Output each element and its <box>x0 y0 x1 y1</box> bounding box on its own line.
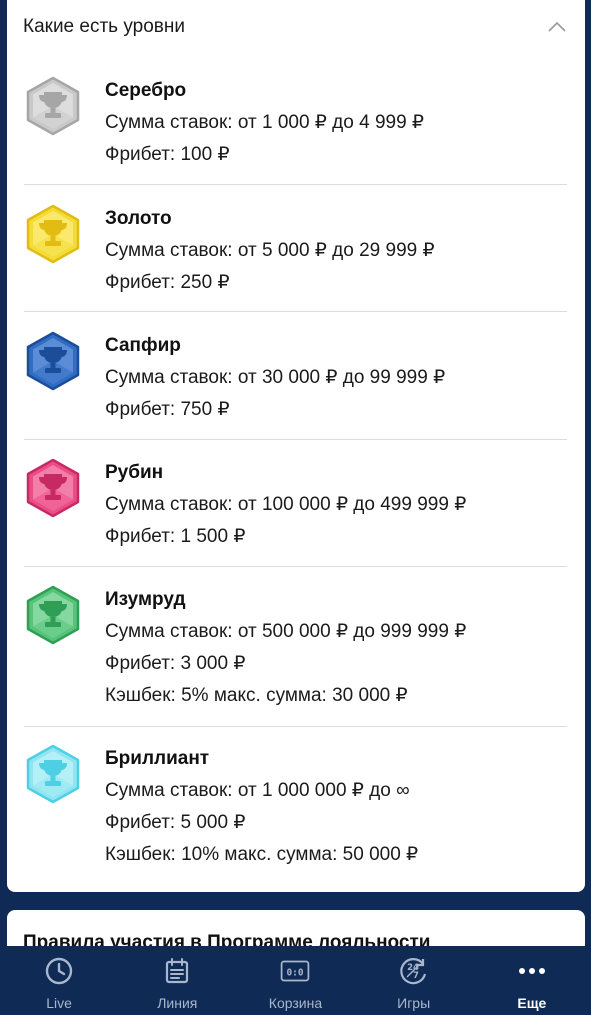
level-item-emerald: Изумруд Сумма ставок: от 500 000 ₽ до 99… <box>24 567 567 727</box>
scoreboard-icon: 0:0 <box>280 956 310 986</box>
level-bet-range: Сумма ставок: от 100 000 ₽ до 499 999 ₽ <box>105 494 467 515</box>
trophy-badge-icon <box>24 203 82 265</box>
levels-card: Какие есть уровни Серебро Сумма ставок: … <box>7 0 585 892</box>
tab-games[interactable]: 24 7 Игры <box>359 946 469 1015</box>
level-freebet: Фрибет: 5 000 ₽ <box>105 812 246 833</box>
trophy-badge-icon <box>24 743 82 805</box>
tab-label: Игры <box>397 995 431 1011</box>
tab-label: Live <box>46 995 72 1011</box>
chevron-up-icon[interactable] <box>547 17 567 37</box>
tab-line[interactable]: Линия <box>122 946 232 1015</box>
level-freebet: Фрибет: 3 000 ₽ <box>105 653 246 674</box>
level-name: Сапфир <box>105 335 181 356</box>
trophy-badge-icon <box>24 75 82 137</box>
tab-label: Линия <box>157 995 198 1011</box>
tab-basket[interactable]: 0:0 Корзина <box>240 946 350 1015</box>
level-freebet: Фрибет: 100 ₽ <box>105 144 230 165</box>
level-cashback: Кэшбек: 10% макс. сумма: 50 000 ₽ <box>105 844 419 865</box>
tab-label: Еще <box>517 995 547 1011</box>
level-cashback: Кэшбек: 5% макс. сумма: 30 000 ₽ <box>105 685 408 706</box>
svg-text:0:0: 0:0 <box>287 967 304 978</box>
level-freebet: Фрибет: 1 500 ₽ <box>105 526 246 547</box>
levels-card-title: Какие есть уровни <box>23 16 185 37</box>
tab-label: Корзина <box>268 995 323 1011</box>
level-bet-range: Сумма ставок: от 500 000 ₽ до 999 999 ₽ <box>105 621 467 642</box>
level-name: Серебро <box>105 80 187 101</box>
trophy-badge-icon <box>24 584 82 646</box>
svg-text:7: 7 <box>413 971 419 981</box>
level-item-gold: Золото Сумма ставок: от 5 000 ₽ до 29 99… <box>24 185 567 312</box>
levels-card-header[interactable]: Какие есть уровни <box>7 0 585 54</box>
level-name: Изумруд <box>105 589 186 610</box>
level-bet-range: Сумма ставок: от 1 000 000 ₽ до ∞ <box>105 780 410 801</box>
bottom-tab-bar: Live Линия 0:0 Корзина 24 7 Игры Еще <box>0 946 591 1015</box>
level-item-diamond: Бриллиант Сумма ставок: от 1 000 000 ₽ д… <box>24 727 567 877</box>
level-name: Бриллиант <box>105 748 210 769</box>
level-item-sapphire: Сапфир Сумма ставок: от 30 000 ₽ до 99 9… <box>24 312 567 440</box>
calendar-icon <box>162 956 192 986</box>
clock-icon <box>44 956 74 986</box>
level-name: Золото <box>105 208 172 229</box>
trophy-badge-icon <box>24 330 82 392</box>
trophy-badge-icon <box>24 457 82 519</box>
level-bet-range: Сумма ставок: от 1 000 ₽ до 4 999 ₽ <box>105 112 425 133</box>
level-freebet: Фрибет: 750 ₽ <box>105 399 230 420</box>
levels-list: Серебро Сумма ставок: от 1 000 ₽ до 4 99… <box>7 54 585 877</box>
level-item-silver: Серебро Сумма ставок: от 1 000 ₽ до 4 99… <box>24 54 567 185</box>
level-bet-range: Сумма ставок: от 5 000 ₽ до 29 999 ₽ <box>105 240 435 261</box>
24-7-icon: 24 7 <box>399 956 429 986</box>
more-dots-icon <box>517 956 547 986</box>
tab-live[interactable]: Live <box>4 946 114 1015</box>
tab-more[interactable]: Еще <box>477 946 587 1015</box>
level-bet-range: Сумма ставок: от 30 000 ₽ до 99 999 ₽ <box>105 367 446 388</box>
level-item-ruby: Рубин Сумма ставок: от 100 000 ₽ до 499 … <box>24 440 567 567</box>
level-freebet: Фрибет: 250 ₽ <box>105 272 230 293</box>
level-name: Рубин <box>105 462 164 483</box>
